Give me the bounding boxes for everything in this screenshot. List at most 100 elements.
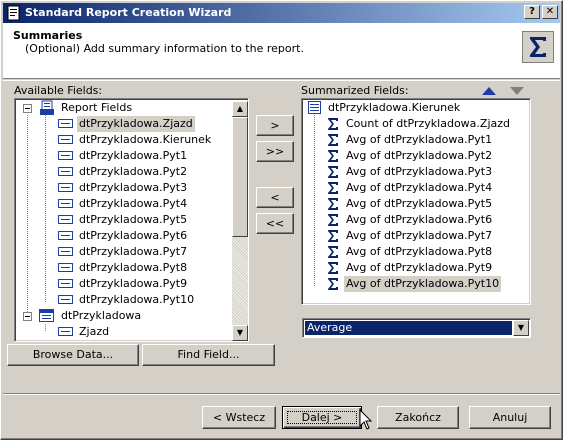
move-up-icon[interactable] bbox=[481, 86, 497, 96]
summary-item[interactable]: Avg of dtPrzykladowa.Pyt10 bbox=[302, 276, 528, 292]
field-icon bbox=[58, 167, 73, 176]
tree-node-report-fields[interactable]: Report Fields bbox=[15, 100, 233, 116]
tree-node-label: Report Fields bbox=[61, 101, 133, 114]
summary-label: Avg of dtPrzykladowa.Pyt4 bbox=[346, 181, 493, 194]
field-icon bbox=[58, 279, 73, 288]
available-fields-label: Available Fields: bbox=[14, 84, 103, 97]
field-item[interactable]: dtPrzykladowa.Pyt2 bbox=[15, 164, 233, 180]
sigma-icon bbox=[328, 166, 338, 178]
wizard-header: Summaries (Optional) Add summary informa… bbox=[3, 23, 560, 79]
sigma-icon bbox=[328, 214, 338, 226]
sigma-icon bbox=[328, 198, 338, 210]
summary-label: Avg of dtPrzykladowa.Pyt7 bbox=[346, 229, 493, 242]
report-fields-icon bbox=[40, 100, 54, 115]
summary-label: Avg of dtPrzykladowa.Pyt10 bbox=[344, 276, 502, 292]
field-item[interactable]: dtPrzykladowa.Pyt5 bbox=[15, 212, 233, 228]
field-label: dtPrzykladowa.Pyt5 bbox=[79, 213, 188, 226]
field-label: dtPrzykladowa.Pyt2 bbox=[79, 165, 188, 178]
browse-data-button[interactable]: Browse Data... bbox=[7, 344, 139, 366]
field-item[interactable]: dtPrzykladowa.Pyt8 bbox=[15, 260, 233, 276]
find-field-button[interactable]: Find Field... bbox=[142, 344, 275, 366]
field-icon bbox=[58, 135, 73, 144]
summary-item[interactable]: Avg of dtPrzykladowa.Pyt8 bbox=[302, 244, 528, 260]
focus-rectangle bbox=[287, 411, 357, 424]
summary-item[interactable]: Avg of dtPrzykladowa.Pyt6 bbox=[302, 212, 528, 228]
field-item[interactable]: dtPrzykladowa.Pyt9 bbox=[15, 276, 233, 292]
close-button[interactable]: ✕ bbox=[542, 5, 558, 19]
field-item[interactable]: dtPrzykladowa.Pyt3 bbox=[15, 180, 233, 196]
field-label: dtPrzykladowa.Pyt1 bbox=[79, 149, 188, 162]
crystal-reports-app-icon bbox=[7, 5, 20, 21]
next-button[interactable]: Dalej > bbox=[282, 406, 362, 429]
group-label: dtPrzykladowa.Kierunek bbox=[328, 101, 461, 114]
add-field-button[interactable]: > bbox=[256, 115, 294, 136]
summary-item[interactable]: Avg of dtPrzykladowa.Pyt1 bbox=[302, 132, 528, 148]
summary-item[interactable]: Avg of dtPrzykladowa.Pyt2 bbox=[302, 148, 528, 164]
back-button[interactable]: < Wstecz bbox=[202, 406, 276, 429]
remove-all-fields-button[interactable]: << bbox=[256, 213, 294, 234]
field-label: dtPrzykladowa.Pyt6 bbox=[79, 229, 188, 242]
add-all-fields-button[interactable]: >> bbox=[256, 141, 294, 162]
summary-type-dropdown[interactable]: Average ▼ bbox=[302, 318, 531, 338]
field-item[interactable]: dtPrzykladowa.Pyt7 bbox=[15, 244, 233, 260]
group-icon bbox=[308, 101, 321, 114]
summary-label: Avg of dtPrzykladowa.Pyt9 bbox=[346, 261, 493, 274]
field-item[interactable]: dtPrzykladowa.Pyt1 bbox=[15, 148, 233, 164]
sigma-icon bbox=[328, 182, 338, 194]
field-icon bbox=[58, 231, 73, 240]
page-subtitle: (Optional) Add summary information to th… bbox=[25, 42, 304, 55]
summary-item[interactable]: Avg of dtPrzykladowa.Pyt3 bbox=[302, 164, 528, 180]
field-label: Zjazd bbox=[79, 325, 110, 338]
field-icon bbox=[58, 119, 73, 128]
field-item[interactable]: dtPrzykladowa.Pyt6 bbox=[15, 228, 233, 244]
summary-item[interactable]: Avg of dtPrzykladowa.Pyt7 bbox=[302, 228, 528, 244]
summary-item[interactable]: Avg of dtPrzykladowa.Pyt9 bbox=[302, 260, 528, 276]
remove-field-button[interactable]: < bbox=[256, 187, 294, 208]
field-label: dtPrzykladowa.Zjazd bbox=[77, 116, 195, 132]
summarized-fields-label: Summarized Fields: bbox=[301, 84, 409, 97]
field-label: dtPrzykladowa.Pyt7 bbox=[79, 245, 188, 258]
cancel-button[interactable]: Anuluj bbox=[469, 406, 551, 429]
summary-label: Count of dtPrzykladowa.Zjazd bbox=[346, 117, 511, 130]
scroll-down-icon[interactable]: ▼ bbox=[232, 325, 248, 341]
scroll-up-icon[interactable]: ▲ bbox=[232, 101, 248, 117]
tree-node-table[interactable]: dtPrzykladowa bbox=[15, 308, 233, 324]
summary-label: Avg of dtPrzykladowa.Pyt2 bbox=[346, 149, 493, 162]
wizard-window: Standard Report Creation Wizard ? ✕ Summ… bbox=[0, 0, 563, 440]
available-scrollbar[interactable]: ▲ ▼ bbox=[232, 101, 248, 341]
collapse-icon[interactable] bbox=[23, 104, 32, 113]
help-button[interactable]: ? bbox=[524, 5, 540, 19]
field-icon bbox=[58, 263, 73, 272]
field-item[interactable]: dtPrzykladowa.Pyt4 bbox=[15, 196, 233, 212]
collapse-icon[interactable] bbox=[23, 312, 32, 321]
field-icon bbox=[58, 199, 73, 208]
summary-item[interactable]: Avg of dtPrzykladowa.Pyt5 bbox=[302, 196, 528, 212]
window-title: Standard Report Creation Wizard bbox=[25, 6, 232, 19]
field-item[interactable]: dtPrzykladowa.Kierunek bbox=[15, 132, 233, 148]
title-bar[interactable]: Standard Report Creation Wizard ? ✕ bbox=[3, 3, 560, 23]
summary-item[interactable]: Count of dtPrzykladowa.Zjazd bbox=[302, 116, 528, 132]
field-label: dtPrzykladowa.Kierunek bbox=[79, 133, 212, 146]
summarized-fields-list[interactable]: dtPrzykladowa.Kierunek Count of dtPrzykl… bbox=[301, 98, 531, 305]
chevron-down-icon[interactable]: ▼ bbox=[513, 320, 529, 336]
tree-node-label: dtPrzykladowa bbox=[61, 309, 142, 322]
field-icon bbox=[58, 295, 73, 304]
field-item[interactable]: dtPrzykladowa.Pyt10 bbox=[15, 292, 233, 308]
summary-label: Avg of dtPrzykladowa.Pyt1 bbox=[346, 133, 493, 146]
sigma-icon bbox=[328, 134, 338, 146]
mouse-pointer-icon bbox=[359, 409, 373, 430]
move-down-icon[interactable] bbox=[509, 86, 525, 96]
finish-button[interactable]: Zakończ bbox=[377, 406, 459, 429]
field-item[interactable]: dtPrzykladowa.Zjazd bbox=[15, 116, 233, 132]
field-item[interactable]: Zjazd bbox=[15, 324, 233, 340]
field-icon bbox=[58, 215, 73, 224]
scroll-thumb[interactable] bbox=[232, 117, 248, 237]
field-icon bbox=[58, 151, 73, 160]
field-label: dtPrzykladowa.Pyt10 bbox=[79, 293, 195, 306]
summary-label: Avg of dtPrzykladowa.Pyt8 bbox=[346, 245, 493, 258]
available-fields-tree[interactable]: Report Fields dtPrzykladowa.Zjazd dtPrzy… bbox=[14, 98, 249, 342]
summary-item[interactable]: Avg of dtPrzykladowa.Pyt4 bbox=[302, 180, 528, 196]
group-node[interactable]: dtPrzykladowa.Kierunek bbox=[302, 100, 528, 116]
sigma-icon bbox=[328, 150, 338, 162]
summary-label: Avg of dtPrzykladowa.Pyt3 bbox=[346, 165, 493, 178]
